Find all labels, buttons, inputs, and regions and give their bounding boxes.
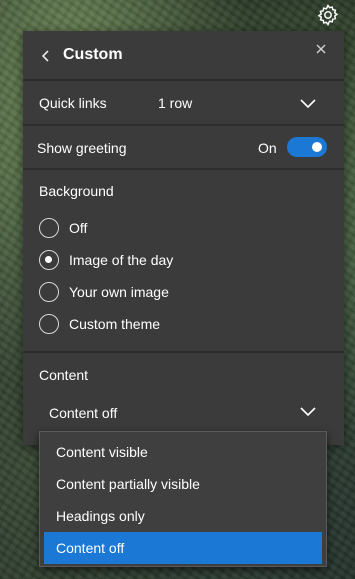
- background-label: Background: [39, 183, 114, 199]
- show-greeting-toggle[interactable]: [287, 137, 327, 157]
- background-option-off[interactable]: Off: [39, 218, 289, 240]
- content-select[interactable]: Content off: [39, 395, 329, 431]
- dropdown-option-content-visible[interactable]: Content visible: [44, 436, 322, 468]
- content-dropdown-menu: Content visible Content partially visibl…: [39, 431, 327, 567]
- chevron-left-icon[interactable]: [37, 45, 55, 67]
- dropdown-option-content-off[interactable]: Content off: [44, 532, 322, 564]
- divider: [23, 351, 344, 353]
- radio-label: Custom theme: [69, 316, 161, 332]
- panel-header: Custom: [23, 31, 344, 79]
- radio-label: Your own image: [69, 284, 169, 300]
- content-label: Content: [39, 367, 89, 383]
- background-option-image-of-the-day[interactable]: Image of the day: [39, 250, 289, 272]
- divider: [23, 79, 344, 81]
- chevron-down-icon[interactable]: [299, 405, 317, 423]
- chevron-down-icon[interactable]: [299, 97, 317, 115]
- background-option-your-own-image[interactable]: Your own image: [39, 282, 289, 304]
- divider: [23, 168, 344, 170]
- background-option-custom-theme[interactable]: Custom theme: [39, 314, 289, 336]
- radio-label: Image of the day: [69, 252, 174, 268]
- radio-button[interactable]: [39, 218, 59, 238]
- dropdown-option-content-partially-visible[interactable]: Content partially visible: [44, 468, 322, 500]
- show-greeting-state: On: [258, 140, 277, 156]
- panel-title: Custom: [63, 46, 123, 63]
- customize-panel: Custom Quick links 1 row Show greeting O…: [23, 31, 344, 445]
- show-greeting-label: Show greeting: [37, 140, 127, 156]
- gear-icon[interactable]: [316, 3, 340, 27]
- radio-button[interactable]: [39, 314, 59, 334]
- quick-links-label: Quick links: [39, 95, 107, 111]
- radio-button[interactable]: [39, 282, 59, 302]
- quick-links-select[interactable]: 1 row: [158, 95, 192, 111]
- radio-label: Off: [69, 220, 88, 236]
- close-icon[interactable]: [313, 41, 329, 57]
- radio-button[interactable]: [39, 250, 59, 270]
- dropdown-option-headings-only[interactable]: Headings only: [44, 500, 322, 532]
- divider: [23, 124, 344, 126]
- content-select-value: Content off: [49, 405, 118, 421]
- toggle-knob: [312, 142, 322, 152]
